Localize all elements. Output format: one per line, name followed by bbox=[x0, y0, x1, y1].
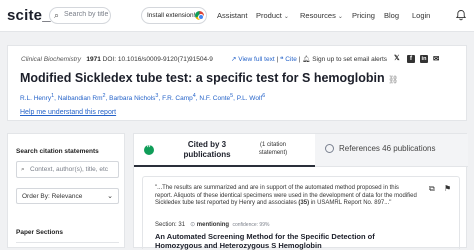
nav-pricing[interactable]: Pricing bbox=[352, 11, 375, 20]
install-extension-label: Install extension! bbox=[147, 12, 196, 19]
quote-bubble-icon bbox=[144, 143, 154, 155]
cite-button[interactable]: Cite bbox=[285, 56, 297, 63]
bell-icon[interactable] bbox=[455, 9, 467, 21]
share-icon[interactable]: ✉ bbox=[433, 54, 439, 63]
article-title: Modified Sickledex tube test: a specific… bbox=[20, 71, 399, 85]
citations-panel: Cited by 3 publications (1 citation stat… bbox=[133, 133, 468, 250]
citation-statement-card: "...The results are summarized and are i… bbox=[142, 176, 460, 250]
chevron-down-icon: ⌄ bbox=[283, 14, 289, 20]
nav-blog[interactable]: Blog bbox=[384, 11, 399, 20]
article-actions: ↗ View full text | ❝ Cite | 🔔︎ Sign up t… bbox=[231, 56, 388, 63]
nav-resources[interactable]: Resources ⌄ bbox=[300, 11, 343, 20]
citation-search-input[interactable]: ⌕ Context, author(s), title, etc bbox=[16, 161, 119, 178]
copy-icon[interactable]: ⧉ bbox=[429, 184, 435, 194]
author[interactable]: Nalbandian Rm bbox=[58, 95, 103, 102]
nav-product[interactable]: Product ⌄ bbox=[256, 11, 289, 20]
nav-login[interactable]: Login bbox=[412, 11, 430, 20]
search-icon: ⌕ bbox=[54, 10, 60, 20]
chevron-down-icon: ⌄ bbox=[337, 14, 343, 20]
global-search-input[interactable]: ⌕ Search by title, ... bbox=[49, 7, 111, 24]
order-by-select[interactable]: Order By: Relevance ⌄ bbox=[16, 188, 119, 204]
twitter-icon[interactable]: 𝕏 bbox=[394, 54, 400, 62]
facebook-icon[interactable]: f bbox=[407, 55, 415, 63]
view-full-text-link[interactable]: View full text bbox=[238, 56, 274, 63]
author[interactable]: P.L. Wolf bbox=[237, 95, 262, 102]
author-list: R.L. Henry1, Nalbandian Rm2, Barbara Nic… bbox=[20, 93, 266, 103]
external-link-icon: ↗ bbox=[231, 56, 237, 63]
paper-sections-heading: Paper Sections bbox=[16, 229, 63, 236]
install-extension-button[interactable]: Install extension! bbox=[141, 7, 207, 24]
doi: DOI: 10.1016/s0009-9120(71)91504-9 bbox=[102, 56, 213, 63]
author[interactable]: F.R. Camp bbox=[162, 95, 193, 102]
author[interactable]: Barbara Nichols bbox=[109, 95, 155, 102]
bell-alert-icon: 🔔︎ bbox=[302, 56, 311, 63]
article-header-card: Clinical Biochemistry 1971 DOI: 10.1016/… bbox=[7, 45, 467, 121]
citation-statement-count: (1 citation statement) bbox=[258, 142, 288, 156]
search-citations-heading: Search citation statements bbox=[16, 148, 99, 155]
reference-number: (35) bbox=[298, 200, 310, 207]
tab-references[interactable]: References 46 publications bbox=[315, 134, 468, 167]
help-understand-link[interactable]: Help me understand this report bbox=[20, 109, 116, 116]
section-value: 31 bbox=[178, 222, 186, 228]
nav-assistant[interactable]: Assistant bbox=[217, 11, 247, 20]
cited-by-label: Cited by 3 publications bbox=[183, 140, 231, 159]
top-navbar: scite_ ⌕ Search by title, ... Install ex… bbox=[0, 0, 474, 32]
author[interactable]: N.F. Conte bbox=[199, 95, 230, 102]
references-label: References 46 publications bbox=[339, 144, 436, 153]
link-icon[interactable]: ⛓ bbox=[388, 75, 398, 84]
search-placeholder: Search by title, ... bbox=[64, 11, 108, 18]
citation-meta: Section: 31 ⊙ mentioning confidence: 99% bbox=[155, 221, 269, 228]
author[interactable]: R.L. Henry bbox=[20, 95, 51, 102]
citation-search-placeholder: Context, author(s), title, etc bbox=[30, 166, 109, 173]
citing-paper-title[interactable]: An Automated Screening Method for the Sp… bbox=[155, 232, 410, 250]
journal-name: Clinical Biochemistry bbox=[21, 56, 81, 63]
citation-snippet: "...The results are summarized and are i… bbox=[155, 185, 417, 207]
flag-icon[interactable]: ⚑ bbox=[444, 184, 451, 193]
citation-type: mentioning bbox=[196, 222, 230, 228]
search-icon: ⌕ bbox=[21, 166, 25, 173]
confidence-score: confidence: 99% bbox=[232, 222, 270, 228]
chrome-icon bbox=[195, 11, 204, 20]
article-meta: Clinical Biochemistry 1971 DOI: 10.1016/… bbox=[21, 56, 213, 63]
chevron-down-icon: ⌄ bbox=[107, 193, 113, 200]
mentioning-icon: ⊙ bbox=[190, 222, 196, 228]
citation-filter-panel: Search citation statements ⌕ Context, au… bbox=[7, 133, 125, 248]
references-icon bbox=[325, 144, 334, 153]
quote-icon: ❝ bbox=[279, 56, 284, 63]
publication-year: 1971 bbox=[86, 56, 101, 63]
order-by-value: Order By: Relevance bbox=[22, 193, 83, 200]
scite-logo[interactable]: scite_ bbox=[7, 7, 51, 24]
tab-cited-by[interactable]: Cited by 3 publications (1 citation stat… bbox=[134, 134, 315, 167]
linkedin-icon[interactable]: in bbox=[420, 55, 428, 63]
section-label: Section: bbox=[155, 222, 177, 228]
email-alerts-link[interactable]: Sign up to set email alerts bbox=[312, 56, 387, 63]
